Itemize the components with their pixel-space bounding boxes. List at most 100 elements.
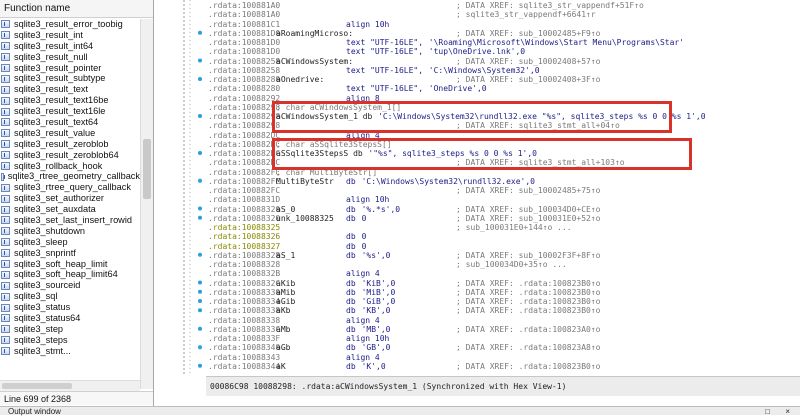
function-list-item[interactable]: sqlite3_set_authorizer [0, 193, 140, 204]
function-icon [1, 238, 10, 247]
function-icon [1, 249, 10, 258]
xref-marker-icon [198, 206, 202, 211]
function-list-item[interactable]: sqlite3_result_null [0, 52, 140, 63]
function-list-item[interactable]: sqlite3_result_text [0, 84, 140, 95]
function-name: sqlite3_steps [14, 334, 68, 345]
function-list-item[interactable]: sqlite3_status [0, 302, 140, 313]
function-list-item[interactable]: sqlite3_sleep [0, 237, 140, 248]
function-name: sqlite3_result_zeroblob64 [14, 149, 119, 160]
function-list-horizontal-scrollbar[interactable] [0, 380, 140, 391]
function-name: sqlite3_result_text16le [14, 106, 106, 117]
function-list-item[interactable]: sqlite3_shutdown [0, 226, 140, 237]
function-name: sqlite3_snprintf [14, 247, 76, 258]
function-name: sqlite3_status [14, 302, 71, 313]
function-list-item[interactable]: sqlite3_result_zeroblob64 [0, 150, 140, 161]
function-list-item[interactable]: sqlite3_sql [0, 291, 140, 302]
function-list-item[interactable]: sqlite3_result_int64 [0, 41, 140, 52]
function-name: sqlite3_set_authorizer [14, 193, 104, 204]
function-list-item[interactable]: sqlite3_result_pointer [0, 63, 140, 74]
function-list-item[interactable]: sqlite3_result_zeroblob [0, 139, 140, 150]
function-list-item[interactable]: sqlite3_result_value [0, 128, 140, 139]
function-list-item[interactable]: sqlite3_rtree_query_callback [0, 182, 140, 193]
function-icon [1, 292, 10, 301]
function-icon [1, 53, 10, 62]
function-list-vertical-scrollbar[interactable] [140, 19, 153, 389]
function-icon [1, 270, 10, 279]
function-name: sqlite3_step [14, 323, 64, 334]
function-icon [1, 151, 10, 160]
line-count-status: Line 699 of 2368 [0, 391, 153, 405]
jump-arrows-gutter [183, 0, 202, 376]
line-address: .rdata:10088344 [208, 361, 281, 371]
function-list-item[interactable]: sqlite3_sourceid [0, 280, 140, 291]
function-list-item[interactable]: sqlite3_result_int [0, 30, 140, 41]
function-icon [1, 205, 10, 214]
function-list-item[interactable]: sqlite3_rollback_hook [0, 161, 140, 172]
xref-marker-icon [198, 252, 202, 257]
function-list-item[interactable]: sqlite3_result_text64 [0, 117, 140, 128]
xref-marker-icon [198, 114, 202, 118]
function-icon [1, 107, 10, 116]
function-name: sqlite3_set_last_insert_rowid [14, 215, 132, 226]
line-label[interactable]: aK [276, 362, 286, 372]
function-name: sqlite3_shutdown [14, 225, 85, 236]
function-name: sqlite3_result_text [14, 84, 89, 95]
function-icon [1, 172, 5, 181]
function-name: sqlite3_soft_heap_limit [14, 258, 108, 269]
xref-marker-icon [198, 363, 202, 368]
function-name: sqlite3_status64 [14, 313, 81, 324]
function-name: sqlite3_result_text16be [14, 95, 109, 106]
function-name: sqlite3_sourceid [14, 280, 81, 291]
function-list-item[interactable]: sqlite3_snprintf [0, 248, 140, 259]
function-name: sqlite3_result_text64 [14, 117, 99, 128]
function-name: sqlite3_set_auxdata [14, 204, 96, 215]
function-name: sqlite3_sleep [14, 236, 68, 247]
function-name: sqlite3_result_subtype [14, 73, 106, 84]
function-list-item[interactable]: sqlite3_result_error_toobig [0, 19, 140, 30]
function-list-item[interactable]: sqlite3_result_text16be [0, 95, 140, 106]
function-name: sqlite3_soft_heap_limit64 [14, 269, 118, 280]
function-list-item[interactable]: sqlite3_soft_heap_limit [0, 259, 140, 270]
function-list-item[interactable]: sqlite3_step [0, 324, 140, 335]
function-name: sqlite3_result_value [14, 127, 96, 138]
function-icon [1, 74, 10, 83]
function-list-item[interactable]: sqlite3_set_auxdata [0, 204, 140, 215]
scrollbar-thumb[interactable] [143, 139, 151, 199]
function-icon [1, 31, 10, 40]
function-name: sqlite3_sql [14, 291, 58, 302]
function-name: sqlite3_result_int64 [14, 40, 94, 51]
function-name: sqlite3_result_zeroblob [14, 138, 109, 149]
ida-view-disassembly: .rdata:100881A0; DATA XREF: sqlite3_str_… [154, 0, 800, 406]
function-icon [1, 303, 10, 312]
function-list-item[interactable]: sqlite3_set_last_insert_rowid [0, 215, 140, 226]
line-comment: ; DATA XREF: .rdata:100823B0↑o [456, 361, 601, 371]
function-list-item[interactable]: sqlite3_result_text16le [0, 106, 140, 117]
disassembly-listing[interactable]: .rdata:100881A0; DATA XREF: sqlite3_str_… [206, 0, 800, 376]
function-list-item[interactable]: sqlite3_rtree_geometry_callback [0, 171, 140, 182]
function-icon [1, 260, 10, 269]
function-icon [1, 162, 10, 171]
function-icon [1, 96, 10, 105]
highlight-box-ssqlite3steps [272, 137, 692, 170]
function-icon [1, 129, 10, 138]
function-name: sqlite3_result_int [14, 29, 83, 40]
function-name: sqlite3_rtree_query_callback [14, 182, 131, 193]
function-list-item[interactable]: sqlite3_result_subtype [0, 73, 140, 84]
function-name: sqlite3_result_pointer [14, 62, 102, 73]
function-name: sqlite3_result_error_toobig [14, 19, 123, 29]
xref-marker-icon [198, 178, 202, 183]
function-icon [1, 194, 10, 203]
function-list-item[interactable]: sqlite3_stmt... [0, 346, 140, 357]
function-name: sqlite3_rollback_hook [14, 160, 103, 171]
function-list-item[interactable]: sqlite3_soft_heap_limit64 [0, 269, 140, 280]
scrollbar-thumb[interactable] [2, 383, 72, 389]
line-instruction: db [346, 361, 356, 371]
function-list: sqlite3_result_error_toobig sqlite3_resul… [0, 19, 140, 389]
function-icon [1, 85, 10, 94]
function-list-item[interactable]: sqlite3_steps [0, 335, 140, 346]
output-window-titlebar[interactable]: Output window □ × [0, 406, 800, 416]
function-name-column-header[interactable]: Function name [0, 0, 153, 18]
function-list-item[interactable]: sqlite3_status64 [0, 313, 140, 324]
disasm-line[interactable]: .rdata:10088344 aK db 'K',0 ; DATA XREF: .rd… [206, 362, 800, 372]
xref-marker-icon [198, 77, 202, 81]
